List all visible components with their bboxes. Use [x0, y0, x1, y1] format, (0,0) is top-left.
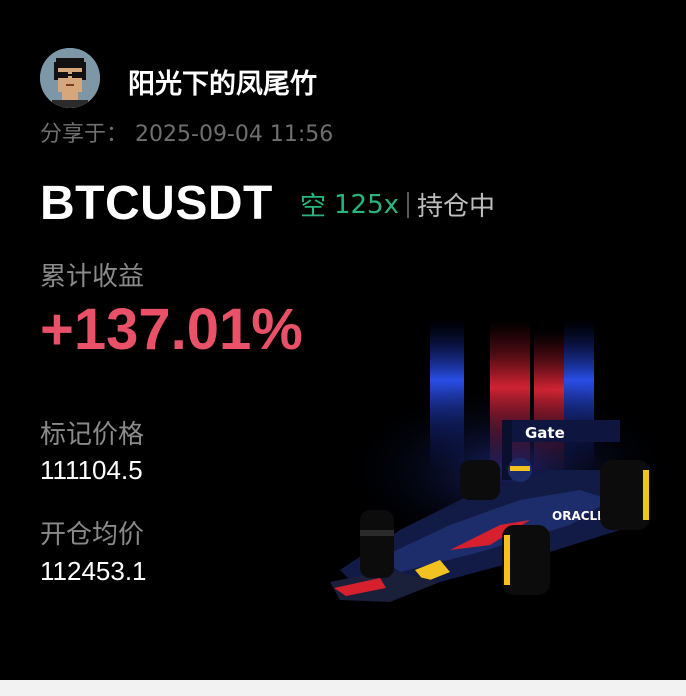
- mark-price-value: 111104.5: [40, 455, 143, 485]
- position-info-row: 空 125x 持仓中: [300, 186, 495, 223]
- entry-price-value: 112453.1: [40, 556, 147, 586]
- share-label: 分享于：: [40, 122, 129, 147]
- position-status: 持仓中: [417, 192, 496, 222]
- pixel-avatar-icon[interactable]: [40, 48, 100, 108]
- share-card: 阳光下的凤尾竹 分享于： 2025-09-04 11:56 BTCUSDT 空 …: [0, 0, 686, 680]
- pnl-value: +137.01%: [40, 297, 303, 362]
- position-leverage: 125x: [334, 189, 400, 220]
- share-time-row: 分享于： 2025-09-04 11:56: [40, 116, 333, 148]
- divider: [407, 191, 410, 218]
- race-car-icon: Gate ORACLE: [320, 320, 686, 610]
- share-datetime: 2025-09-04 11:56: [135, 122, 334, 147]
- sponsor-oracle-text: ORACLE: [552, 509, 605, 523]
- pnl-label: 累计收益: [40, 262, 145, 292]
- username: 阳光下的凤尾竹: [128, 69, 317, 100]
- sponsor-gate-text: Gate: [525, 424, 565, 442]
- symbol-title: BTCUSDT: [40, 177, 273, 230]
- bottom-strip: [0, 680, 686, 696]
- position-side: 空: [300, 192, 327, 222]
- entry-price-label: 开仓均价: [40, 520, 145, 550]
- mark-price-label: 标记价格: [40, 420, 145, 450]
